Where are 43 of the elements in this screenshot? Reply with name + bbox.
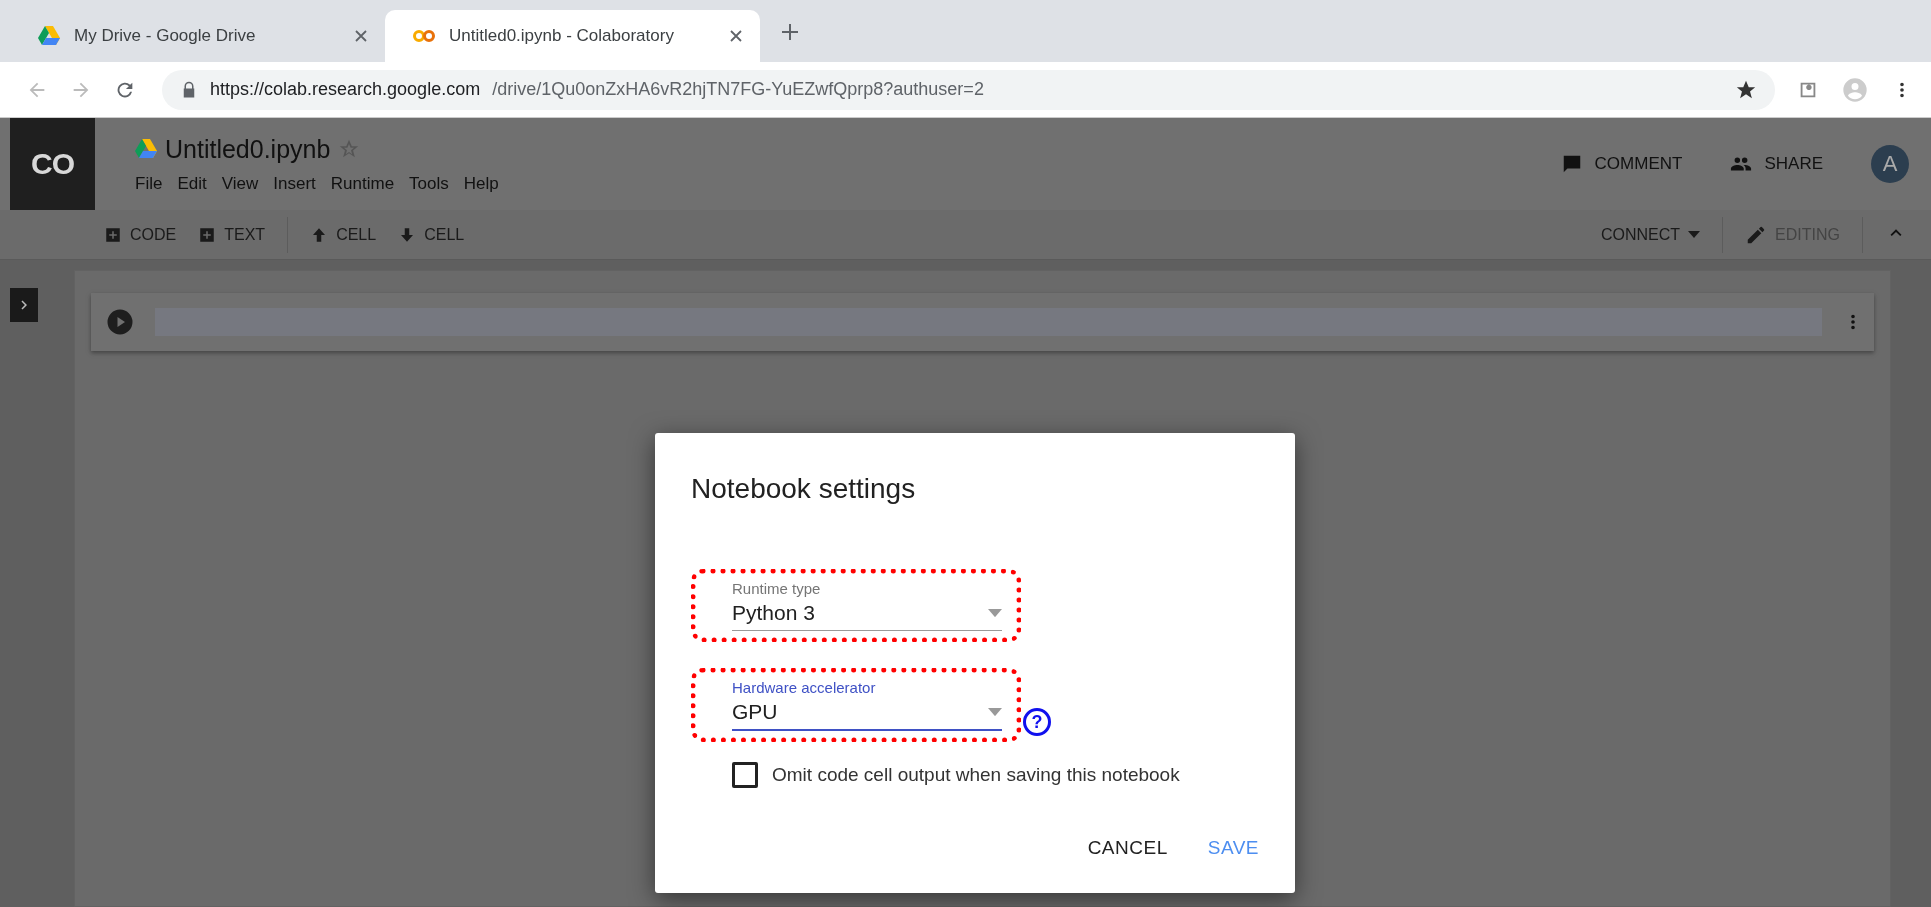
address-field[interactable]: https://colab.research.google.com /drive/1Qu0onZxHA6vR2hjTN7FG-YuEZwfQprp8?authuser=2: [162, 69, 1775, 110]
sidebar-toggle[interactable]: [10, 288, 38, 322]
caret-icon: [988, 608, 1002, 618]
toolbar-button[interactable]: TEXT: [198, 225, 266, 244]
caret-icon: [1688, 231, 1701, 238]
star-outline-icon[interactable]: [338, 138, 361, 160]
dialog-title: Notebook settings: [691, 473, 917, 505]
menu-item[interactable]: Insert: [273, 173, 316, 194]
avatar[interactable]: A: [1871, 145, 1909, 183]
browser-tab[interactable]: Untitled0.ipynb - Colaboratory: [385, 10, 760, 62]
help-button[interactable]: ?: [1023, 708, 1051, 736]
close-icon[interactable]: [730, 30, 742, 42]
header-action[interactable]: SHARE: [1730, 153, 1823, 175]
select-field[interactable]: Runtime type Python 3: [691, 569, 1021, 642]
menu-item[interactable]: File: [135, 173, 163, 194]
menu-item[interactable]: View: [221, 173, 259, 194]
close-icon[interactable]: [355, 30, 367, 42]
header-action[interactable]: COMMENT: [1560, 153, 1683, 175]
drive-icon: [38, 26, 60, 46]
url-host: https://colab.research.google.com: [210, 79, 481, 100]
toolbar-button[interactable]: CODE: [104, 225, 177, 244]
plus-icon[interactable]: [782, 24, 798, 40]
play-icon[interactable]: [105, 307, 135, 337]
menu-item[interactable]: Tools: [409, 173, 449, 194]
menu-item[interactable]: Edit: [177, 173, 207, 194]
toolbar-button[interactable]: CELL: [310, 225, 377, 244]
browser-tab[interactable]: My Drive - Google Drive: [10, 10, 385, 62]
infinity-rings-icon: [413, 29, 435, 43]
dialog-button[interactable]: CANCEL: [1087, 831, 1168, 865]
notebook-title[interactable]: Untitled0.ipynb: [165, 134, 331, 164]
menu-item[interactable]: Help: [463, 173, 499, 194]
checkbox[interactable]: [732, 762, 758, 788]
toolbar-button[interactable]: CELL: [398, 225, 465, 244]
code-cell[interactable]: [91, 293, 1874, 351]
caret-icon: [988, 707, 1002, 717]
checkbox-label: Omit code cell output when saving this notebook: [772, 764, 1180, 786]
dialog-button[interactable]: SAVE: [1207, 831, 1259, 865]
url-path: /drive/1Qu0onZxHA6vR2hjTN7FG-YuEZwfQprp8?authuser=2: [492, 79, 985, 100]
app-logo[interactable]: CO: [10, 118, 95, 210]
drive-icon: [135, 139, 157, 159]
menu-item[interactable]: Runtime: [330, 173, 395, 194]
select-field[interactable]: Hardware accelerator GPU: [691, 668, 1021, 742]
connect-button[interactable]: CONNECT: [1601, 225, 1701, 244]
